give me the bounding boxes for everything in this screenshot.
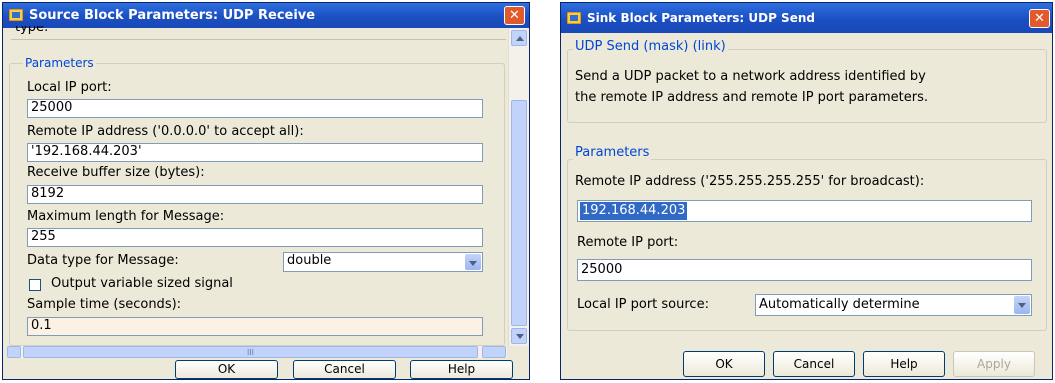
- description-line-2: the remote IP address and remote IP port…: [575, 90, 928, 105]
- variable-size-checkbox[interactable]: [29, 279, 41, 291]
- sample-time-field[interactable]: 0.1: [27, 317, 483, 336]
- local-port-label: Local IP port:: [27, 80, 112, 95]
- remote-address-selected-text: 192.168.44.203: [580, 202, 688, 220]
- max-length-label: Maximum length for Message:: [27, 209, 225, 224]
- max-length-field[interactable]: 255: [27, 228, 483, 247]
- horizontal-scrollbar[interactable]: III: [7, 346, 507, 358]
- scroll-down-button[interactable]: [511, 328, 527, 344]
- chevron-down-icon[interactable]: [1014, 296, 1030, 314]
- local-port-source-value: Automatically determine: [759, 297, 920, 312]
- clipped-type-label: type:: [15, 26, 49, 35]
- remote-address-field[interactable]: 192.168.44.203: [577, 200, 1032, 222]
- horizontal-scroll-thumb[interactable]: III: [23, 346, 478, 358]
- ok-button[interactable]: OK: [683, 351, 765, 377]
- chevron-down-icon[interactable]: [465, 254, 481, 270]
- udp-receive-dialog: Source Block Parameters: UDP Receive ✕ t…: [2, 2, 530, 380]
- local-port-field[interactable]: 25000: [27, 99, 483, 118]
- parameters-group-label: Parameters: [23, 56, 96, 70]
- data-type-value: double: [287, 253, 332, 268]
- remote-address-label: Remote IP address ('255.255.255.255' for…: [575, 174, 925, 189]
- title-bar[interactable]: Sink Block Parameters: UDP Send ✕: [561, 3, 1052, 33]
- simulink-block-icon: [567, 12, 581, 24]
- simulink-block-icon: [9, 9, 23, 21]
- close-button[interactable]: ✕: [1029, 9, 1050, 28]
- parameters-group-label: Parameters: [573, 145, 652, 160]
- ok-button[interactable]: OK: [175, 360, 278, 379]
- help-button[interactable]: Help: [410, 360, 513, 379]
- vertical-scrollbar[interactable]: [508, 28, 529, 346]
- cancel-button[interactable]: Cancel: [293, 360, 396, 379]
- buffer-size-label: Receive buffer size (bytes):: [27, 165, 205, 180]
- buffer-size-field[interactable]: 8192: [27, 185, 483, 204]
- data-type-select[interactable]: double: [283, 252, 483, 272]
- scroll-right-button[interactable]: [482, 346, 506, 358]
- variable-size-label: Output variable sized signal: [51, 276, 233, 291]
- scroll-grip-marks: III: [246, 348, 255, 357]
- separator: [11, 39, 506, 40]
- local-port-source-select[interactable]: Automatically determine: [755, 294, 1032, 316]
- remote-address-label: Remote IP address ('0.0.0.0' to accept a…: [27, 124, 304, 139]
- local-port-source-label: Local IP port source:: [577, 297, 709, 312]
- data-type-label: Data type for Message:: [27, 253, 179, 268]
- scroll-left-button[interactable]: [7, 346, 21, 358]
- mask-header: UDP Send (mask) (link): [573, 39, 728, 54]
- title-bar[interactable]: Source Block Parameters: UDP Receive ✕: [3, 3, 529, 28]
- remote-address-field[interactable]: '192.168.44.203': [27, 143, 483, 162]
- remote-port-field[interactable]: 25000: [577, 259, 1032, 281]
- close-button[interactable]: ✕: [504, 6, 525, 25]
- help-button[interactable]: Help: [863, 351, 945, 377]
- dialog-title: Sink Block Parameters: UDP Send: [587, 11, 815, 25]
- cancel-button[interactable]: Cancel: [773, 351, 855, 377]
- remote-port-label: Remote IP port:: [577, 235, 679, 250]
- sample-time-label: Sample time (seconds):: [27, 297, 182, 312]
- dialog-title: Source Block Parameters: UDP Receive: [29, 8, 316, 23]
- apply-button[interactable]: Apply: [953, 351, 1035, 377]
- mask-description-group: [567, 49, 1047, 123]
- udp-send-dialog: Sink Block Parameters: UDP Send ✕ UDP Se…: [560, 2, 1053, 380]
- scroll-up-button[interactable]: [511, 30, 527, 46]
- scroll-thumb[interactable]: [511, 100, 527, 326]
- description-line-1: Send a UDP packet to a network address i…: [575, 69, 926, 84]
